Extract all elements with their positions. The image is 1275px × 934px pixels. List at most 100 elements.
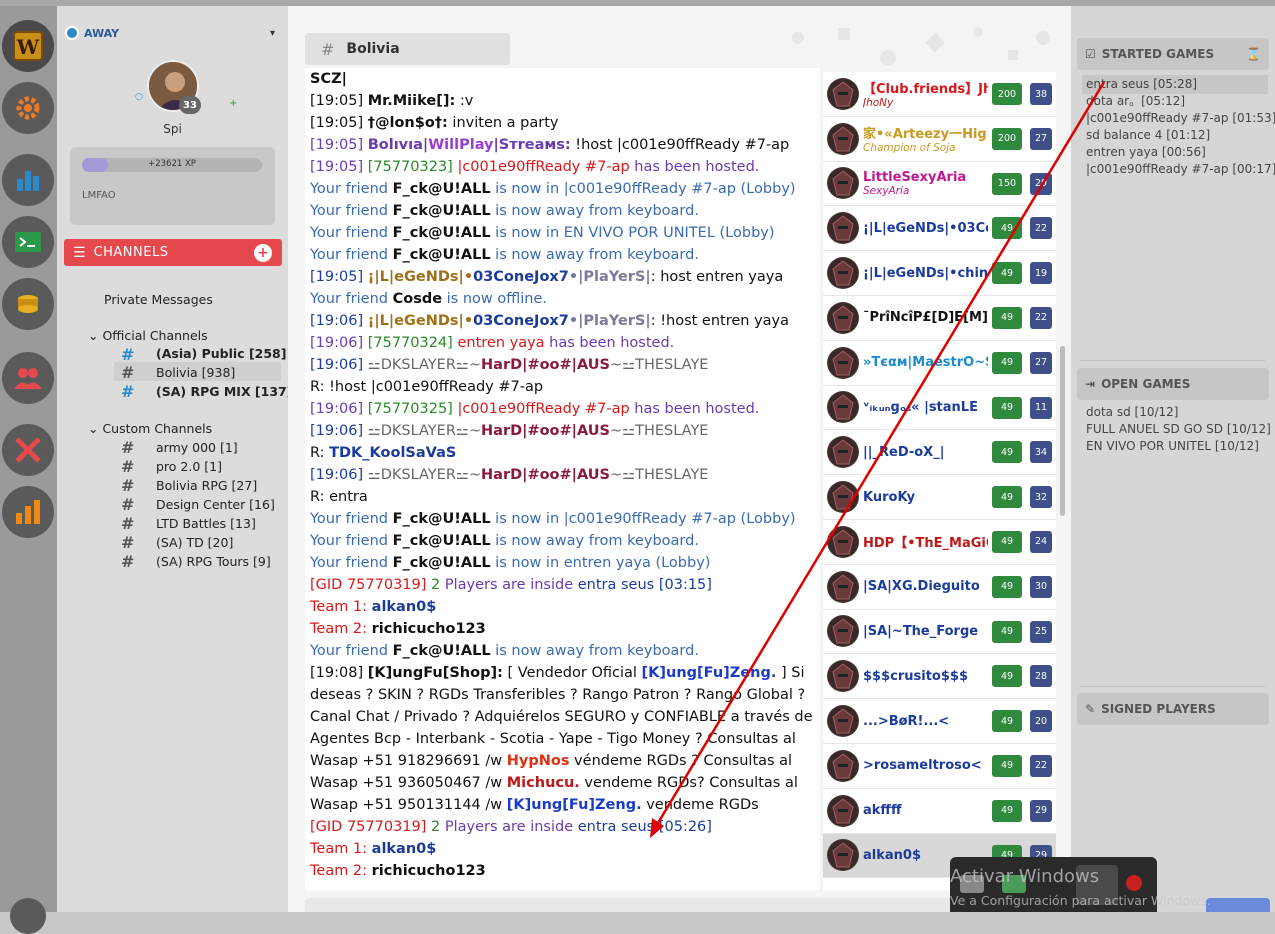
chat-segment: ~⚍THESLAYE: [609, 357, 709, 373]
user-row[interactable]: ¡|L|eGeNDs|•03Cor 49 22: [823, 206, 1056, 252]
ladder-chart-icon[interactable]: [2, 486, 54, 538]
users-scrollbar[interactable]: [1060, 346, 1065, 516]
started-games-header[interactable]: ☑ STARTED GAMES ⌛: [1077, 38, 1269, 70]
custom-channel-item[interactable]: army 000 [1]: [156, 440, 238, 455]
user-name-block: >rosameltroso<: [863, 758, 988, 773]
user-rank-badge: 19: [1030, 262, 1052, 285]
private-messages[interactable]: Private Messages: [104, 292, 213, 307]
custom-channel-item[interactable]: LTD Battles [13]: [156, 516, 256, 531]
user-row[interactable]: ||_ReD-oX_| 49 34: [823, 430, 1056, 476]
console-icon[interactable]: [2, 216, 54, 268]
chat-segment: [K]ung[Fu]Zeng.: [641, 665, 777, 681]
chat-segment: entra seus [05:26]: [577, 819, 712, 835]
chat-segment: 03ConeJox7: [473, 269, 569, 285]
channel-bolivia[interactable]: Bolivia [938]: [156, 365, 235, 380]
chat-line: [19:06] ⚍DKSLAYER⚍~HarD|#oo#|AUS~⚍THESLA…: [305, 420, 820, 442]
started-game-item[interactable]: entra seus [05:28]: [1086, 76, 1197, 93]
user-name-block: ...>BøR!...<: [863, 714, 988, 729]
tab-bolivia[interactable]: # Bolivia: [305, 33, 510, 65]
chat-segment: R:: [310, 445, 330, 461]
hash-icon: #: [121, 363, 135, 382]
chat-segment: Players are inside: [440, 819, 578, 835]
coins-icon[interactable]: [2, 278, 54, 330]
user-row[interactable]: akffff 49 29: [823, 789, 1056, 834]
stats-bar-icon[interactable]: [2, 154, 54, 206]
user-row[interactable]: HDP【•ThE_MaGiC_49 24: [823, 520, 1056, 565]
signed-players-header[interactable]: ✎ SIGNED PLAYERS: [1077, 693, 1269, 725]
open-game-item[interactable]: dota sd [10/12]: [1086, 404, 1178, 421]
chat-line: Your friend F_ck@U!ALL is now away from …: [305, 200, 820, 222]
edit-icon: ✎: [1085, 702, 1096, 716]
channel-asia-public[interactable]: (Asia) Public [258]: [156, 346, 286, 361]
chat-segment: ~⚍THESLAYE: [609, 467, 709, 483]
warcraft-logo-icon[interactable]: W: [2, 20, 54, 72]
user-row[interactable]: |SA|XG.Dieguito 49 30: [823, 565, 1056, 610]
channel-sa-rpg-mix[interactable]: (SA) RPG MIX [137]: [156, 384, 292, 399]
bottom-menu-icon[interactable]: [10, 898, 46, 934]
user-rank-badge: 22: [1030, 217, 1052, 240]
chat-segment: is now away from keyboard.: [490, 533, 699, 549]
channels-header[interactable]: ☰ CHANNELS +: [64, 239, 282, 266]
user-name: »Tєαм|MaestrO~Shi: [863, 355, 988, 371]
custom-channel-item[interactable]: (SA) TD [20]: [156, 535, 233, 550]
chat-segment: [75770325]: [367, 401, 458, 417]
user-row[interactable]: »Tєαм|MaestrO~Shi 49 27: [823, 341, 1056, 386]
friends-icon[interactable]: [2, 352, 54, 404]
official-channels-header[interactable]: ⌄ Official Channels: [88, 328, 208, 343]
custom-channels-header[interactable]: ⌄ Custom Channels: [88, 421, 212, 436]
started-game-item[interactable]: dota ar。[05:12]: [1086, 93, 1185, 110]
filter-icon[interactable]: ⌛: [1246, 47, 1261, 61]
user-row[interactable]: KuroKy 49 32: [823, 475, 1056, 520]
sparkle-plus-icon: +: [229, 98, 238, 109]
user-row[interactable]: >rosameltroso< 49 22: [823, 744, 1056, 789]
open-game-item[interactable]: FULL ANUEL SD GO SD [10/12]: [1086, 421, 1271, 438]
chat-segment: Your friend: [310, 511, 393, 527]
profile-name: Spi: [163, 122, 182, 136]
open-game-item[interactable]: EN VIVO POR UNITEL [10/12]: [1086, 438, 1259, 455]
user-row[interactable]: |SA|~The_Forge 49 25: [823, 610, 1056, 655]
record-icon[interactable]: [1126, 875, 1142, 891]
chat-line: [19:05] Mr.Miike[]: :v: [305, 90, 820, 112]
started-game-item[interactable]: |c001e90ffReady #7-ap [00:17]: [1086, 161, 1275, 178]
user-row[interactable]: ᵛᵢₖᵤₙgₒₛ« |stanLE 49 11: [823, 386, 1056, 431]
settings-gear-icon[interactable]: [2, 82, 54, 134]
user-row[interactable]: 家•«Arteezy一HighSChampion of Soja20027: [823, 117, 1056, 162]
chat-line: R: !host |c001e90ffReady #7-ap: [305, 376, 820, 398]
add-channel-icon[interactable]: +: [254, 243, 272, 262]
user-row[interactable]: ...>BøR!...< 49 20: [823, 699, 1056, 744]
started-game-item[interactable]: sd balance 4 [01:12]: [1086, 127, 1210, 144]
custom-channel-item[interactable]: Design Center [16]: [156, 497, 275, 512]
channels-list-icon: ☰: [73, 244, 86, 261]
chat-segment: |c001e90ffReady #7-ap: [457, 401, 630, 417]
user-avatar-icon: [827, 794, 859, 827]
chat-line: R: entra: [305, 486, 820, 508]
user-row[interactable]: 【Club.friends】Jhc JhoNy 200 38: [823, 72, 1056, 117]
user-name: |SA|XG.Dieguito: [863, 579, 980, 595]
custom-channel-item[interactable]: (SA) RPG Tours [9]: [156, 554, 271, 569]
user-avatar-icon: [827, 391, 859, 424]
chat-segment: 2: [431, 577, 441, 593]
chat-line: [GID 75770319] 2 Players are inside entr…: [305, 574, 820, 596]
user-row[interactable]: LittleSexyAria SexyAria 150 29: [823, 162, 1056, 207]
chat-line: Your friend F_ck@U!ALL is now in |c001e9…: [305, 178, 820, 200]
custom-channel-item[interactable]: pro 2.0 [1]: [156, 459, 222, 474]
chat-segment: [19:06]: [310, 335, 368, 351]
crossed-swords-icon[interactable]: [2, 424, 54, 476]
custom-channel-item[interactable]: Bolivia RPG [27]: [156, 478, 257, 493]
chat-segment: ~⚍THESLAYE: [609, 423, 709, 439]
hash-icon: #: [121, 382, 135, 401]
chat-segment: F_ck@U!ALL: [392, 511, 491, 527]
user-row[interactable]: $$$crusito$$$ 49 28: [823, 654, 1056, 700]
user-row[interactable]: ¡|L|eGeNDs|•ching 49 19: [823, 251, 1056, 296]
user-name: ||_ReD-oX_|: [863, 444, 945, 460]
send-button[interactable]: [1206, 898, 1270, 912]
user-name-block: ||_ReD-oX_|: [863, 445, 988, 460]
started-game-item[interactable]: |c001e90ffReady #7-ap [01:53]: [1086, 110, 1275, 127]
started-game-item[interactable]: entren yaya [00:56]: [1086, 144, 1206, 161]
user-level-badge: 49: [992, 710, 1022, 733]
user-row[interactable]: ¯PrîNcîP£[D]E[M][M]C 49 22: [823, 296, 1056, 341]
open-games-header[interactable]: ⇥ OPEN GAMES: [1077, 368, 1269, 400]
status-selector[interactable]: AWAY ▾: [65, 22, 275, 44]
chat-line: Your friend F_ck@U!ALL is now in entren …: [305, 552, 820, 574]
user-name-block: ᵛᵢₖᵤₙgₒₛ« |stanLE: [863, 400, 988, 415]
